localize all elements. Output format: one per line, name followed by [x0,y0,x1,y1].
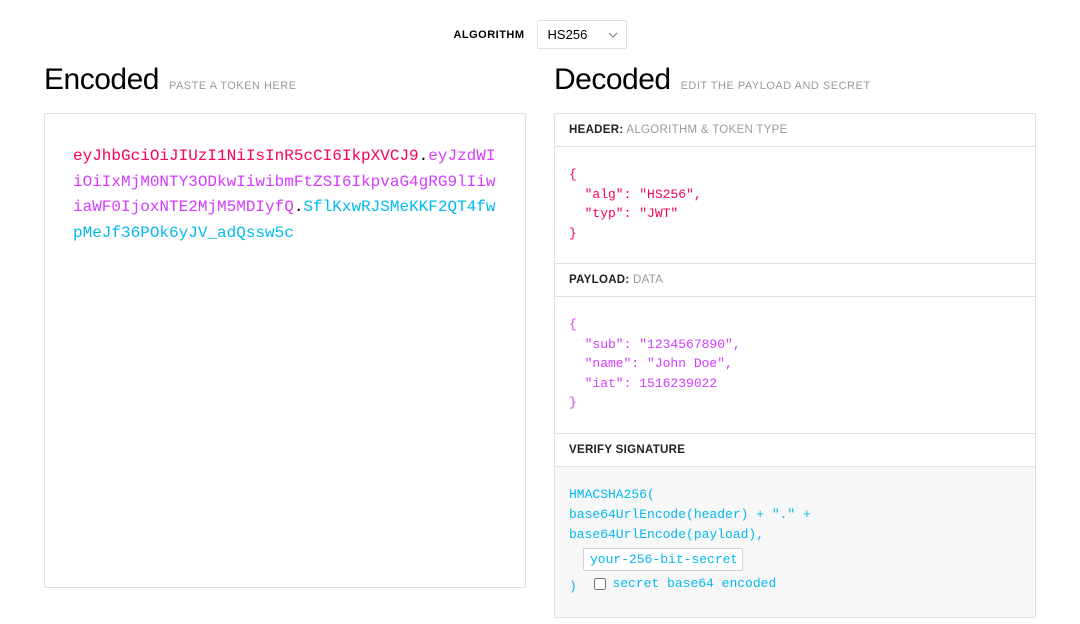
algorithm-label: ALGORITHM [453,29,524,41]
sig-line-1: HMACSHA256( [569,485,1021,505]
encoded-subtitle: PASTE A TOKEN HERE [169,80,297,92]
payload-section-label: PAYLOAD: DATA [555,264,1035,297]
sig-close-paren: ) [569,579,577,594]
decoded-column: Decoded EDIT THE PAYLOAD AND SECRET HEAD… [554,63,1036,618]
signature-section-label: VERIFY SIGNATURE [555,434,1035,467]
base64-checkbox[interactable] [594,578,606,590]
header-section-label: HEADER: ALGORITHM & TOKEN TYPE [555,114,1035,147]
encoded-token-input[interactable]: eyJhbGciOiJIUzI1NiIsInR5cCI6IkpXVCJ9.eyJ… [44,113,526,588]
header-json-editor[interactable]: { "alg": "HS256", "typ": "JWT" } [555,147,1035,264]
token-header-segment: eyJhbGciOiJIUzI1NiIsInR5cCI6IkpXVCJ9 [73,147,419,165]
decoded-title: Decoded [554,63,671,97]
algorithm-value: HS256 [548,27,588,42]
base64-checkbox-label[interactable]: secret base64 encoded [594,574,776,594]
payload-json-editor[interactable]: { "sub": "1234567890", "name": "John Doe… [555,297,1035,434]
encoded-column: Encoded PASTE A TOKEN HERE eyJhbGciOiJIU… [44,63,526,618]
sig-line-2: base64UrlEncode(header) + "." + [569,505,1021,525]
sig-line-3: base64UrlEncode(payload), [569,525,1021,545]
signature-body: HMACSHA256( base64UrlEncode(header) + ".… [555,467,1035,618]
secret-input[interactable] [583,548,743,571]
algorithm-select[interactable]: HS256 [537,20,627,49]
encoded-title: Encoded [44,63,159,97]
decoded-subtitle: EDIT THE PAYLOAD AND SECRET [681,80,871,92]
chevron-down-icon [608,30,618,40]
